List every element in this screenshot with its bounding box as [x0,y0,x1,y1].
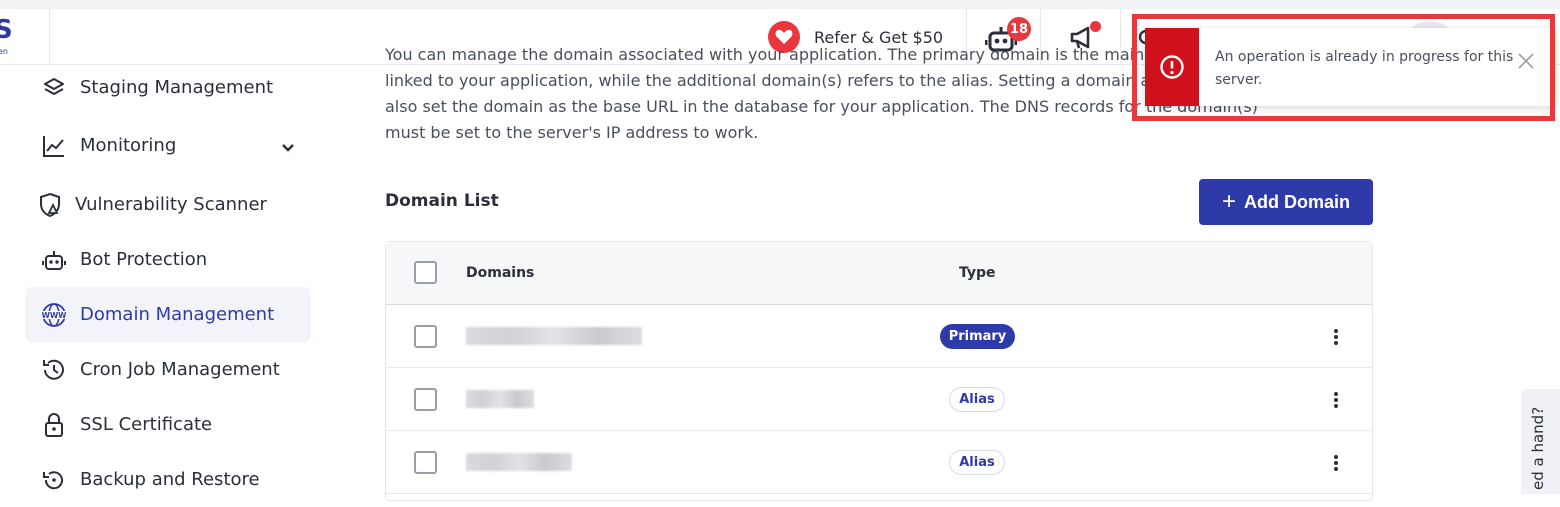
row-checkbox[interactable] [414,325,437,348]
sidebar-item-cron-job-management[interactable]: Cron Job Management [25,342,311,397]
type-badge-primary: Primary [940,324,1015,349]
sidebar-item-staging-management[interactable]: Staging Management [25,60,311,115]
sidebar-item-label: Monitoring [80,135,177,156]
sidebar-item-label: Domain Management [80,304,275,325]
table-header: Domains Type [386,242,1372,305]
logo[interactable]: S en [0,9,50,65]
more-options-icon[interactable] [1332,327,1340,347]
type-badge-alias: Alias [949,450,1005,475]
sidebar-item-domain-management[interactable]: WWW Domain Management [25,287,311,342]
sidebar: Staging Management Monitoring Vulnerabil… [0,65,330,494]
more-options-icon[interactable] [1332,390,1340,410]
sidebar-item-label: Bot Protection [80,249,208,270]
sidebar-item-vulnerability-scanner[interactable]: Vulnerability Scanner [25,177,311,232]
type-badge-alias: Alias [949,387,1005,412]
highlight-frame [1132,14,1555,121]
notification-count-badge: 18 [1007,17,1031,41]
unread-dot [1090,21,1101,32]
section-title: Domain List [385,191,499,211]
robot-icon [39,245,69,275]
row-checkbox[interactable] [414,388,437,411]
svg-text:WWW: WWW [42,311,67,320]
sidebar-item-label: Backup and Restore [80,469,260,490]
restore-icon [39,465,69,495]
sidebar-item-bot-protection[interactable]: Bot Protection [25,232,311,287]
more-options-icon[interactable] [1332,453,1340,473]
logo-subtext: en [0,47,8,56]
table-row: Alias [386,368,1372,431]
history-icon [39,355,69,385]
layers-icon [39,73,69,103]
domain-name-redacted [466,327,642,345]
help-tab-label: ed a hand? [1529,406,1547,490]
column-header-domains: Domains [466,265,535,281]
sidebar-item-backup-and-restore[interactable]: Backup and Restore [25,452,311,507]
sidebar-item-label: Vulnerability Scanner [75,194,267,215]
sidebar-item-label: Staging Management [80,77,274,98]
sidebar-item-label: Cron Job Management [80,359,280,380]
add-domain-label: Add Domain [1244,191,1350,212]
sidebar-item-ssl-certificate[interactable]: SSL Certificate [25,397,311,452]
sidebar-item-monitoring[interactable]: Monitoring [25,118,311,173]
domain-name-redacted [466,390,534,408]
logo-letter: S [0,15,13,45]
row-checkbox[interactable] [414,451,437,474]
www-icon: WWW [39,300,69,330]
sidebar-item-label: SSL Certificate [80,414,213,435]
domain-name-redacted [466,453,572,471]
chevron-down-icon[interactable] [281,138,295,157]
table-row: Primary [386,305,1372,368]
description-line: must be set to the server's IP address t… [385,123,759,142]
add-domain-button[interactable]: + Add Domain [1199,179,1373,225]
domain-table: Domains Type Primary Alias Alias [385,241,1373,501]
chart-line-icon [39,131,69,161]
table-row: Alias [386,431,1372,494]
plus-icon: + [1221,188,1236,215]
column-header-type: Type [959,265,996,281]
lock-icon [39,410,69,440]
select-all-checkbox[interactable] [414,261,437,284]
shield-warning-icon [35,190,65,220]
